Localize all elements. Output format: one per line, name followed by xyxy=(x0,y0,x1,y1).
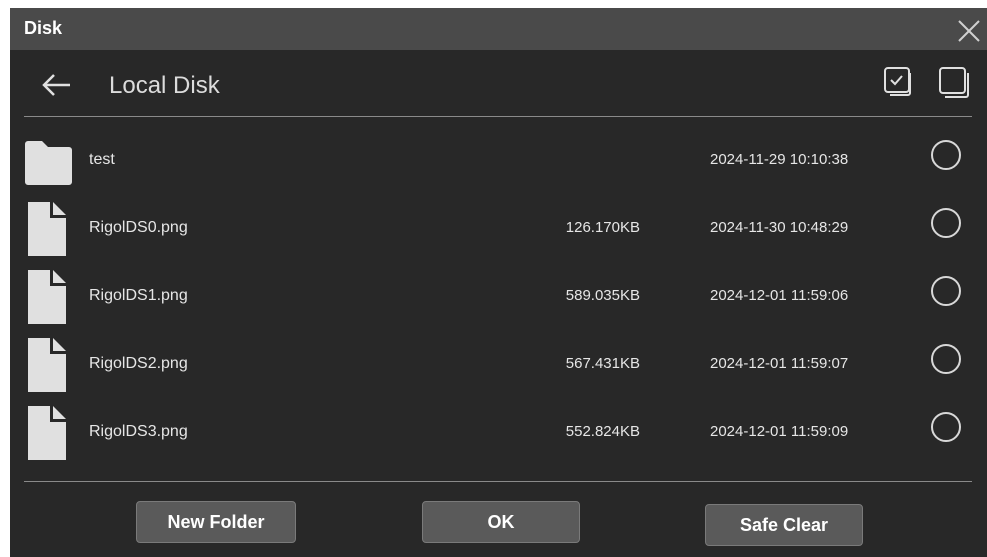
back-button[interactable] xyxy=(40,70,76,100)
deselect-all-icon xyxy=(939,67,969,98)
select-radio[interactable] xyxy=(931,412,961,442)
select-all-button[interactable] xyxy=(883,66,915,98)
new-folder-button[interactable]: New Folder xyxy=(136,501,296,543)
file-name: test xyxy=(89,151,115,168)
safe-clear-button[interactable]: Safe Clear xyxy=(705,504,863,546)
file-name: RigolDS2.png xyxy=(89,355,188,372)
deselect-all-button[interactable] xyxy=(938,66,972,100)
file-icon xyxy=(28,406,66,460)
ok-button[interactable]: OK xyxy=(422,501,580,543)
file-icon xyxy=(28,270,66,324)
navigation-bar: Local Disk xyxy=(10,50,987,116)
file-size: 552.824KB xyxy=(565,423,640,440)
file-icon xyxy=(28,338,66,392)
file-name: RigolDS0.png xyxy=(89,219,188,236)
file-name: RigolDS1.png xyxy=(89,287,188,304)
header-divider xyxy=(24,116,972,117)
file-row-rigolds0[interactable]: RigolDS0.png 126.170KB 2024-11-30 10:48:… xyxy=(10,196,987,256)
back-arrow-icon xyxy=(42,74,70,96)
file-date: 2024-12-01 11:59:07 xyxy=(710,355,849,372)
current-location-title: Local Disk xyxy=(109,72,220,99)
file-size: 567.431KB xyxy=(565,355,640,372)
file-list: test 2024-11-29 10:10:38 RigolDS0.png 12… xyxy=(10,128,987,473)
file-name: RigolDS3.png xyxy=(89,423,188,440)
file-icon xyxy=(28,202,66,256)
select-radio[interactable] xyxy=(931,276,961,306)
disk-dialog: Disk Local Disk test 2024-11-29 10:10:38… xyxy=(10,8,987,557)
file-row-test[interactable]: test 2024-11-29 10:10:38 xyxy=(10,128,987,188)
file-date: 2024-12-01 11:59:06 xyxy=(710,287,849,304)
footer-divider xyxy=(24,481,972,482)
file-date: 2024-12-01 11:59:09 xyxy=(710,423,849,440)
file-size: 589.035KB xyxy=(565,287,640,304)
title-bar: Disk xyxy=(10,8,987,50)
close-button[interactable] xyxy=(951,13,985,47)
file-date: 2024-11-29 10:10:38 xyxy=(710,151,849,168)
file-row-rigolds2[interactable]: RigolDS2.png 567.431KB 2024-12-01 11:59:… xyxy=(10,332,987,392)
select-radio[interactable] xyxy=(931,140,961,170)
folder-icon xyxy=(25,141,72,185)
select-all-icon xyxy=(884,67,911,96)
select-radio[interactable] xyxy=(931,208,961,238)
file-size: 126.170KB xyxy=(565,219,640,236)
file-row-rigolds1[interactable]: RigolDS1.png 589.035KB 2024-12-01 11:59:… xyxy=(10,264,987,324)
file-date: 2024-11-30 10:48:29 xyxy=(710,219,849,236)
file-row-rigolds3[interactable]: RigolDS3.png 552.824KB 2024-12-01 11:59:… xyxy=(10,400,987,460)
dialog-title: Disk xyxy=(24,18,63,38)
close-icon xyxy=(958,20,980,42)
select-radio[interactable] xyxy=(931,344,961,374)
